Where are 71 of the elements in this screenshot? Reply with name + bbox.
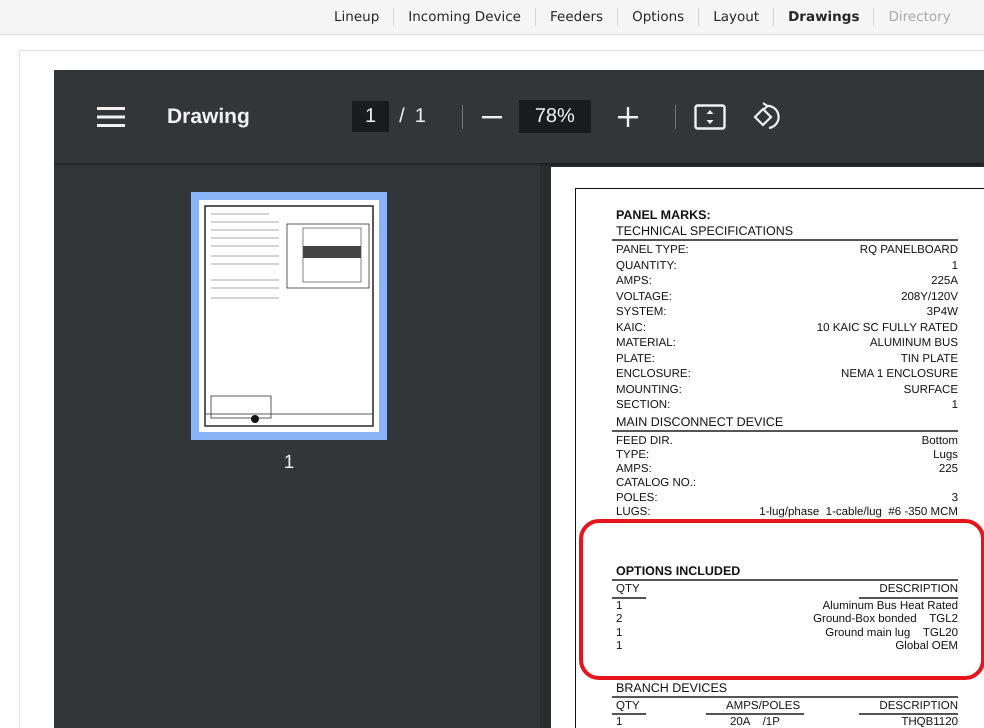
field-label: AMPS: xyxy=(616,462,652,476)
field-value: ALUMINUM BUS xyxy=(870,336,958,351)
table-cell-text: 20A /1P xyxy=(729,716,781,728)
field-label: AMPS: xyxy=(616,274,652,289)
document-title: Drawing xyxy=(167,104,251,128)
section-heading: BRANCH DEVICES xyxy=(612,680,958,698)
field-value: SURFACE xyxy=(904,382,958,398)
field-value: Bottom xyxy=(922,434,958,448)
field-label: MOUNTING: xyxy=(616,382,682,398)
zoom-in-icon[interactable] xyxy=(616,106,639,128)
table-cell: Aluminum Bus Heat Rated xyxy=(822,600,958,614)
table-cell: Ground main lug TGL20 xyxy=(825,626,958,640)
table-cell: Global OEM xyxy=(895,640,958,654)
field-label: MATERIAL: xyxy=(616,336,676,351)
column-header: QTY xyxy=(612,700,646,716)
nav-tab[interactable]: Drawings xyxy=(773,8,874,26)
field-value: 10 KAIC SC FULLY RATED xyxy=(816,320,958,336)
field-label: PLATE: xyxy=(616,352,655,366)
table-cell-text: 1 xyxy=(616,716,624,728)
fit-page-icon[interactable] xyxy=(694,104,726,130)
field-value: TIN PLATE xyxy=(900,352,958,366)
menu-icon[interactable] xyxy=(97,106,125,128)
column-header: DESCRIPTION xyxy=(859,700,958,716)
table-cell-text: 1 xyxy=(616,640,624,654)
page-number-label: 1 xyxy=(284,452,294,474)
table-cell: THQB1120 xyxy=(901,716,958,728)
nav-tab[interactable]: Layout xyxy=(698,8,774,26)
table-cell-text: 1 xyxy=(616,600,624,614)
field-label: TYPE: xyxy=(616,448,650,462)
page-total: 1 xyxy=(414,105,426,128)
nav-tab[interactable]: Options xyxy=(617,8,698,26)
page-separator: / xyxy=(399,105,405,128)
field-value: 1 xyxy=(952,398,958,413)
section-heading: OPTIONS INCLUDED xyxy=(612,563,958,582)
field-value: 208Y/120V xyxy=(901,290,958,304)
column-header: AMPS/POLES xyxy=(706,700,804,716)
field-label: KAIC: xyxy=(616,320,646,336)
field-value: 225A xyxy=(931,274,958,289)
table-cell-text: 1 xyxy=(616,626,624,640)
field-value: NEMA 1 ENCLOSURE xyxy=(841,367,958,382)
field-label: FEED DIR. xyxy=(616,434,673,448)
page-number-field[interactable]: 1 xyxy=(352,101,390,132)
section-heading: TECHNICAL SPECIFICATIONS xyxy=(612,223,958,241)
section-heading: MAIN DISCONNECT DEVICE xyxy=(612,414,958,432)
nav-tab[interactable]: Feeders xyxy=(534,8,618,26)
field-label: SYSTEM: xyxy=(616,305,666,320)
field-label: SECTION: xyxy=(616,398,670,413)
field-label: POLES: xyxy=(616,490,658,505)
field-value: Lugs xyxy=(933,448,958,462)
field-value: RQ PANELBOARD xyxy=(860,243,958,258)
field-value: 225 xyxy=(938,462,958,476)
nav-tab[interactable]: Incoming Device xyxy=(393,8,535,26)
nav-tab[interactable]: Lineup xyxy=(320,8,394,26)
field-value: 3P4W xyxy=(926,305,958,320)
column-header: DESCRIPTION xyxy=(859,583,958,599)
field-value: 1-lug/phase 1-cable/lug #6 -350 MCM xyxy=(759,504,958,520)
field-label: LUGS: xyxy=(616,504,651,520)
rotate-icon[interactable] xyxy=(752,102,782,132)
field-label: QUANTITY: xyxy=(616,258,677,274)
column-header: QTY xyxy=(612,583,646,599)
panel-marks-title: PANEL MARKS: xyxy=(616,207,712,223)
table-cell: Ground-Box bonded TGL2 xyxy=(813,613,958,627)
field-value: 3 xyxy=(952,490,958,505)
zoom-field[interactable]: 78% xyxy=(518,100,591,133)
field-label: ENCLOSURE: xyxy=(616,367,691,382)
table-cell-text: 2 xyxy=(616,613,624,627)
field-value: 1 xyxy=(952,258,958,274)
field-label: CATALOG NO.: xyxy=(616,476,696,491)
field-label: PANEL TYPE: xyxy=(616,243,689,258)
field-label: VOLTAGE: xyxy=(616,290,672,304)
page-thumbnail[interactable] xyxy=(191,192,387,440)
